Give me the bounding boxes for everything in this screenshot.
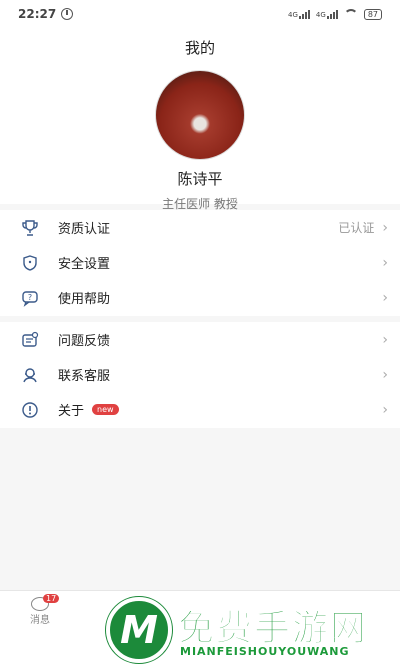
battery-icon: 87 <box>363 8 382 20</box>
shield-icon <box>20 253 40 273</box>
headset-icon <box>20 365 40 385</box>
menu-item-about[interactable]: 关于 new › <box>0 392 400 427</box>
page-title: 我的 <box>184 39 215 57</box>
menu-label: 关于 <box>58 404 85 419</box>
menu-group-support: 问题反馈 › 联系客服 › 关于 new › <box>0 322 400 428</box>
menu-item-customer-service[interactable]: 联系客服 › <box>0 357 400 392</box>
info-icon <box>20 400 40 420</box>
user-name: 陈诗平 <box>177 170 223 188</box>
menu-item-feedback[interactable]: 问题反馈 › <box>0 322 400 357</box>
trophy-icon <box>20 218 40 238</box>
chevron-right-icon: › <box>382 289 388 306</box>
unread-badge: 17 <box>43 594 60 603</box>
watermark-title: 免费手游网 <box>177 608 369 650</box>
watermark: M 免费手游网 MIANFEISHOUYOUWANG <box>106 597 396 663</box>
menu-label: 资质认证 <box>58 222 111 237</box>
chevron-right-icon: › <box>382 219 388 236</box>
menu-label: 联系客服 <box>58 369 111 384</box>
nav-item-messages[interactable]: 17 消息 <box>20 594 60 626</box>
chevron-right-icon: › <box>382 366 388 383</box>
status-time: 22:27 <box>18 7 57 21</box>
status-bar: 22:27 4G 4G 87 <box>0 0 400 28</box>
status-indicators: 4G 4G 87 <box>288 8 382 20</box>
cell-signal-icon: 4G <box>288 9 310 19</box>
menu-group-account: 资质认证 已认证 › 安全设置 › ? 使用帮助 › <box>0 210 400 316</box>
menu-item-qualification[interactable]: 资质认证 已认证 › <box>0 210 400 245</box>
avatar[interactable] <box>155 70 245 160</box>
nav-label-messages: 消息 <box>30 615 50 626</box>
svg-text:?: ? <box>28 293 32 302</box>
new-badge: new <box>92 404 119 415</box>
menu-label: 使用帮助 <box>58 292 111 307</box>
chevron-right-icon: › <box>382 401 388 418</box>
cell-signal-icon: 4G <box>316 9 338 19</box>
chevron-right-icon: › <box>382 331 388 348</box>
menu-label: 安全设置 <box>58 257 111 272</box>
feedback-icon <box>20 330 40 350</box>
menu-item-security[interactable]: 安全设置 › <box>0 245 400 280</box>
alarm-icon <box>61 8 74 20</box>
menu-label: 问题反馈 <box>58 334 111 349</box>
verification-status: 已认证 <box>338 221 375 235</box>
wifi-icon <box>343 9 358 19</box>
watermark-subtitle: MIANFEISHOUYOUWANG <box>180 645 350 658</box>
watermark-logo: M <box>106 597 172 663</box>
menu-item-help[interactable]: ? 使用帮助 › <box>0 280 400 315</box>
chevron-right-icon: › <box>382 254 388 271</box>
help-bubble-icon: ? <box>20 288 40 308</box>
profile-header: 我的 陈诗平 主任医师 教授 <box>0 28 400 211</box>
